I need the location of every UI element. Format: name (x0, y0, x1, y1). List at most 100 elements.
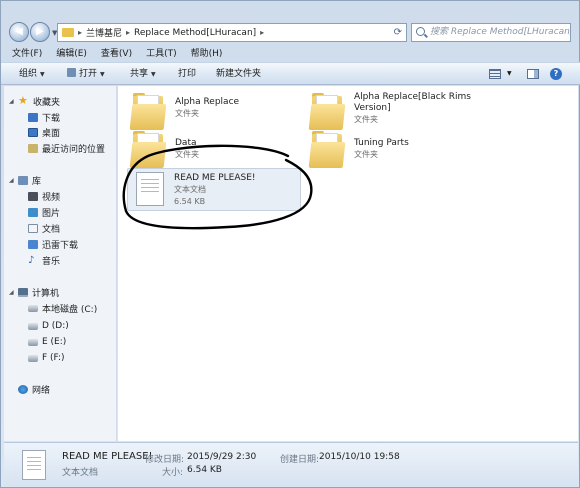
sidebar-item-music[interactable]: ♪ 音乐 (28, 253, 60, 267)
share-label: 共享 (130, 69, 149, 79)
sidebar-item-label: D (D:) (42, 321, 69, 331)
preview-pane-icon[interactable] (527, 69, 539, 79)
file-type: 文件夹 (175, 150, 199, 159)
sidebar-item-pictures[interactable]: 图片 (28, 205, 60, 219)
chevron-right-icon[interactable]: ▸ (78, 28, 82, 37)
open-label: 打开 (79, 69, 98, 79)
folder-icon (308, 130, 346, 168)
file-item-alpha-replace[interactable]: Alpha Replace 文件夹 (129, 92, 240, 130)
file-item-alpha-replace-black-rims[interactable]: Alpha Replace[Black Rims Version] 文件夹 (308, 92, 471, 130)
computer-icon (18, 287, 28, 297)
sidebar-item-network[interactable]: 网络 (18, 382, 50, 396)
download-icon (28, 112, 38, 122)
search-placeholder: 搜索 Replace Method[LHuracan] (430, 27, 571, 37)
sidebar-item-thunder-downloads[interactable]: 迅雷下载 (28, 237, 78, 251)
sidebar-item-favorites[interactable]: ★ 收藏夹 (18, 94, 60, 108)
collapse-icon[interactable]: ◢ (9, 98, 14, 105)
file-list: Alpha Replace 文件夹 Alpha Replace[Black Ri… (118, 86, 578, 441)
command-bar: 组织 ▼ 打开 ▼ 共享 ▼ 打印 新建文件夹 ▼ ? (1, 62, 580, 85)
details-modified-value: 2015/9/29 2:30 (187, 452, 257, 462)
folder-icon (308, 92, 346, 130)
text-document-icon (22, 450, 46, 480)
thunder-download-icon (28, 239, 38, 249)
file-name: Alpha Replace (175, 97, 240, 107)
file-type: 文件夹 (354, 115, 378, 124)
navigation-pane: ◢ ★ 收藏夹 下载 桌面 最近访问的位置 ◢ 库 视频 图片 文档 迅雷下载 ♪ (4, 86, 117, 441)
sidebar-item-label: 收藏夹 (33, 97, 61, 108)
chevron-right-icon[interactable]: ▸ (260, 28, 264, 37)
chevron-right-icon[interactable]: ▸ (126, 28, 130, 37)
sidebar-item-label: 图片 (42, 208, 61, 219)
details-file-name: READ ME PLEASE! (62, 451, 153, 462)
breadcrumb-replace-method[interactable]: Replace Method[LHuracan] (134, 28, 256, 38)
search-input[interactable]: 搜索 Replace Method[LHuracan] (411, 23, 571, 42)
sidebar-item-label: 下载 (42, 113, 61, 124)
help-icon[interactable]: ? (550, 68, 562, 80)
new-folder-button[interactable]: 新建文件夹 (216, 68, 261, 81)
sidebar-item-desktop[interactable]: 桌面 (28, 125, 60, 139)
recent-places-icon (28, 143, 38, 153)
organize-button[interactable]: 组织 ▼ (19, 68, 45, 81)
file-type: 文件夹 (354, 150, 378, 159)
print-button[interactable]: 打印 (178, 68, 196, 81)
sidebar-item-label: E (E:) (42, 337, 67, 347)
chevron-down-icon: ▼ (40, 71, 45, 78)
refresh-icon[interactable]: ⟳ (394, 27, 402, 38)
address-bar[interactable]: ▸ 兰博基尼 ▸ Replace Method[LHuracan] ▸ ⟳ (57, 23, 407, 42)
picture-icon (28, 207, 38, 217)
menu-file[interactable]: 文件(F) (12, 46, 42, 62)
collapse-icon[interactable]: ◢ (9, 289, 14, 296)
sidebar-item-drive-d[interactable]: D (D:) (28, 319, 69, 333)
share-button[interactable]: 共享 ▼ (130, 68, 156, 81)
hard-drive-icon (28, 322, 38, 330)
hard-drive-icon (28, 338, 38, 346)
sidebar-item-documents[interactable]: 文档 (28, 221, 60, 235)
details-file-type: 文本文档 (62, 468, 99, 478)
sidebar-item-label: 迅雷下载 (42, 240, 79, 251)
forward-button[interactable]: ▶ (30, 22, 50, 42)
file-item-readme[interactable]: READ ME PLEASE! 文本文档 6.54 KB (136, 172, 256, 208)
desktop-icon (28, 127, 38, 137)
sidebar-item-videos[interactable]: 视频 (28, 189, 60, 203)
document-icon (28, 223, 38, 233)
video-icon (28, 191, 38, 201)
menu-edit[interactable]: 编辑(E) (56, 46, 87, 62)
sidebar-item-label: 最近访问的位置 (42, 144, 106, 155)
breadcrumb-lamborghini[interactable]: 兰博基尼 (86, 26, 122, 39)
file-item-tuning-parts[interactable]: Tuning Parts 文件夹 (308, 130, 409, 168)
sidebar-item-label: 文档 (42, 224, 61, 235)
file-size: 6.54 KB (174, 197, 206, 206)
file-name: Tuning Parts (354, 138, 409, 148)
sidebar-item-drive-e[interactable]: E (E:) (28, 335, 66, 349)
sidebar-item-libraries[interactable]: 库 (18, 173, 41, 187)
open-icon (67, 68, 76, 77)
view-options-icon[interactable] (489, 69, 501, 79)
chevron-down-icon[interactable]: ▼ (507, 70, 512, 77)
sidebar-item-label: 音乐 (42, 256, 61, 267)
collapse-icon[interactable]: ◢ (9, 177, 14, 184)
file-name-line-1: Alpha Replace[Black Rims (354, 92, 471, 102)
back-button[interactable]: ◀ (9, 22, 29, 42)
menu-view[interactable]: 查看(V) (101, 46, 132, 62)
menu-tools[interactable]: 工具(T) (146, 46, 177, 62)
menu-help[interactable]: 帮助(H) (191, 46, 223, 62)
details-size-label: 大小: (162, 468, 184, 478)
sidebar-item-computer[interactable]: 计算机 (18, 285, 59, 299)
details-created-label: 创建日期: (280, 455, 320, 465)
sidebar-item-downloads[interactable]: 下载 (28, 110, 60, 124)
star-icon: ★ (18, 94, 28, 107)
file-name: Data (175, 138, 197, 148)
file-type: 文件夹 (175, 109, 199, 118)
explorer-window: ◀ ▶ ▼ ▸ 兰博基尼 ▸ Replace Method[LHuracan] … (0, 0, 580, 488)
network-icon (18, 384, 28, 394)
open-button[interactable]: 打开 ▼ (67, 68, 105, 81)
sidebar-item-drive-f[interactable]: F (F:) (28, 351, 65, 365)
file-item-data[interactable]: Data 文件夹 (129, 130, 199, 168)
organize-label: 组织 (19, 69, 38, 79)
sidebar-item-drive-c[interactable]: 本地磁盘 (C:) (28, 301, 97, 315)
sidebar-item-label: 计算机 (32, 288, 60, 299)
details-pane: READ ME PLEASE! 文本文档 修改日期: 2015/9/29 2:3… (4, 442, 578, 486)
sidebar-item-label: 桌面 (42, 128, 61, 139)
search-icon (416, 27, 425, 36)
sidebar-item-recent[interactable]: 最近访问的位置 (28, 141, 105, 155)
